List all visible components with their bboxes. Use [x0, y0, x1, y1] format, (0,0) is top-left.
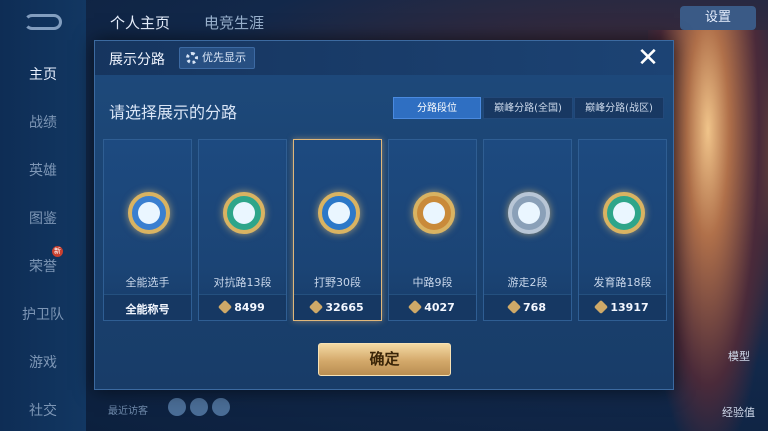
lane-card-footer-value: 4027: [389, 299, 476, 315]
points-icon: [506, 299, 522, 315]
visitor-avatar[interactable]: [168, 398, 186, 416]
settings-button[interactable]: 设置: [680, 6, 756, 30]
sidebar-item-games[interactable]: 游戏: [0, 352, 86, 372]
lane-card-footer: 全能称号: [104, 294, 191, 320]
lane-points: 32665: [325, 301, 364, 314]
priority-display-button[interactable]: 优先显示: [179, 47, 255, 69]
lane-card-label: 对抗路13段: [213, 276, 272, 289]
lane-card-footer-value: 32665: [294, 299, 381, 315]
exp-label[interactable]: 经验值: [722, 404, 755, 420]
points-icon: [594, 299, 609, 315]
visitor-avatar[interactable]: [212, 398, 230, 416]
new-badge: 新: [52, 246, 63, 257]
lane-card-footer-value: 13917: [579, 299, 666, 315]
game-screen: 主页 战绩 英雄 图鉴 荣誉 新 护卫队 游戏 社交 个人主页 电竞生涯 设置 …: [0, 0, 768, 431]
lane-card-mid[interactable]: 中路9段 4027: [388, 139, 477, 321]
mid-lane-badge-icon: [413, 192, 455, 234]
all-round-badge-icon: [128, 192, 170, 234]
roam-badge-icon: [508, 192, 550, 234]
sidebar-item-records[interactable]: 战绩: [0, 112, 86, 132]
lane-card-label: 全能选手: [125, 276, 170, 289]
lane-card-label: 打野30段: [314, 276, 361, 289]
segment-peak-lane-national[interactable]: 巅峰分路(全国): [483, 97, 573, 119]
dialog-subtitle: 请选择展示的分路: [109, 103, 238, 122]
show-lane-dialog: 展示分路 优先显示 ✕ 请选择展示的分路 分路段位 巅峰分路(全国) 巅峰分路(…: [94, 40, 674, 390]
sidebar-item-honor[interactable]: 荣誉: [0, 256, 86, 276]
dialog-header: 展示分路 优先显示 ✕: [95, 41, 673, 75]
lane-card-jungle[interactable]: 打野30段 32665: [293, 139, 382, 321]
farm-lane-badge-icon: [603, 192, 645, 234]
tab-esports-career[interactable]: 电竞生涯: [204, 12, 264, 33]
sidebar-item-home[interactable]: 主页: [0, 64, 86, 84]
lane-card-roam[interactable]: 游走2段 768: [483, 139, 572, 321]
lane-card-clash[interactable]: 对抗路13段 8499: [198, 139, 287, 321]
lane-card-label: 中路9段: [412, 276, 453, 289]
priority-display-label: 优先显示: [202, 51, 246, 64]
lane-card-footer: 768: [484, 294, 571, 320]
sidebar-item-codex[interactable]: 图鉴: [0, 208, 86, 228]
lane-card-footer: 8499: [199, 294, 286, 320]
lane-card-all-round[interactable]: 全能选手 全能称号: [103, 139, 192, 321]
points-icon: [218, 299, 233, 315]
confirm-button[interactable]: 确定: [318, 343, 451, 376]
lane-card-footer-value: 768: [484, 299, 571, 315]
lane-card-footer: 32665: [294, 294, 381, 320]
model-label[interactable]: 模型: [728, 348, 750, 364]
lane-card-footer: 13917: [579, 294, 666, 320]
points-icon: [408, 299, 423, 315]
segment-lane-rank[interactable]: 分路段位: [393, 97, 481, 119]
lane-card-footer-value: 全能称号: [125, 303, 170, 316]
lane-points: 8499: [234, 301, 265, 314]
clash-lane-badge-icon: [223, 192, 265, 234]
gear-icon: [186, 52, 198, 64]
close-icon[interactable]: ✕: [635, 45, 661, 71]
lane-card-footer: 4027: [389, 294, 476, 320]
lane-card-farm[interactable]: 发育路18段 13917: [578, 139, 667, 321]
lane-points: 4027: [424, 301, 455, 314]
lane-points: 13917: [610, 301, 649, 314]
lane-card-label: 发育路18段: [593, 276, 652, 289]
lane-card-footer-value: 8499: [199, 299, 286, 315]
segment-peak-lane-region[interactable]: 巅峰分路(战区): [574, 97, 664, 119]
recent-visitors-label: 最近访客: [108, 406, 148, 417]
sidebar-item-guard-team[interactable]: 护卫队: [0, 304, 86, 324]
tab-personal-home[interactable]: 个人主页: [110, 12, 170, 33]
sidebar-item-social[interactable]: 社交: [0, 400, 86, 420]
jungle-badge-icon: [318, 192, 360, 234]
dialog-title: 展示分路: [109, 52, 165, 68]
visitor-avatar[interactable]: [190, 398, 208, 416]
sidebar: 主页 战绩 英雄 图鉴 荣誉 新 护卫队 游戏 社交: [0, 0, 86, 431]
back-icon[interactable]: [24, 14, 62, 30]
lane-card-label: 游走2段: [507, 276, 548, 289]
sidebar-item-heroes[interactable]: 英雄: [0, 160, 86, 180]
lane-points: 768: [523, 301, 546, 314]
points-icon: [309, 299, 324, 315]
